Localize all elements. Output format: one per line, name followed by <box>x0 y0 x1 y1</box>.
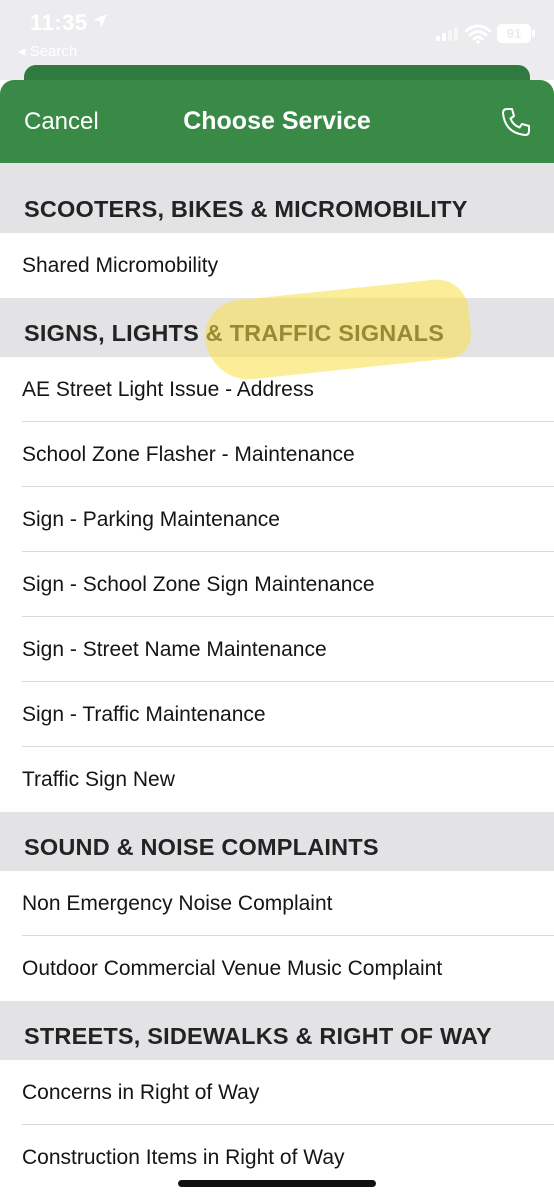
battery-tip <box>532 30 535 37</box>
status-time: 11:35 <box>30 10 88 35</box>
list-item[interactable]: Sign - School Zone Sign Maintenance <box>0 552 554 617</box>
cellular-signal-icon <box>436 27 458 41</box>
list-item[interactable]: Outdoor Commercial Venue Music Complaint <box>0 936 554 1001</box>
home-indicator[interactable] <box>178 1180 376 1187</box>
wifi-icon <box>465 24 491 44</box>
location-arrow-icon <box>93 14 107 28</box>
section-header: SOUND & NOISE COMPLAINTS <box>0 812 554 871</box>
section-header: STREETS, SIDEWALKS & RIGHT OF WAY <box>0 1001 554 1060</box>
list-item[interactable]: Sign - Traffic Maintenance <box>0 682 554 747</box>
service-list: SCOOTERS, BIKES & MICROMOBILITY Shared M… <box>0 163 554 1190</box>
list-item[interactable]: Traffic Sign New <box>0 747 554 812</box>
list-item[interactable]: Concerns in Right of Way <box>0 1060 554 1125</box>
battery-level: 91 <box>506 26 522 41</box>
phone-icon[interactable] <box>500 106 532 138</box>
list-item[interactable]: Non Emergency Noise Complaint <box>0 871 554 936</box>
list-item[interactable]: Sign - Parking Maintenance <box>0 487 554 552</box>
list-item[interactable]: AE Street Light Issue - Address <box>0 357 554 422</box>
section-header: SIGNS, LIGHTS & TRAFFIC SIGNALS <box>0 298 554 357</box>
section-header: SCOOTERS, BIKES & MICROMOBILITY <box>0 163 554 233</box>
battery-icon: 91 <box>497 24 531 43</box>
nav-header: Cancel Choose Service <box>0 80 554 163</box>
list-item[interactable]: Shared Micromobility <box>0 233 554 298</box>
back-to-search-link[interactable]: ◂ Search <box>18 42 77 60</box>
list-item[interactable]: Sign - Street Name Maintenance <box>0 617 554 682</box>
page-title: Choose Service <box>183 107 371 135</box>
list-item[interactable]: School Zone Flasher - Maintenance <box>0 422 554 487</box>
